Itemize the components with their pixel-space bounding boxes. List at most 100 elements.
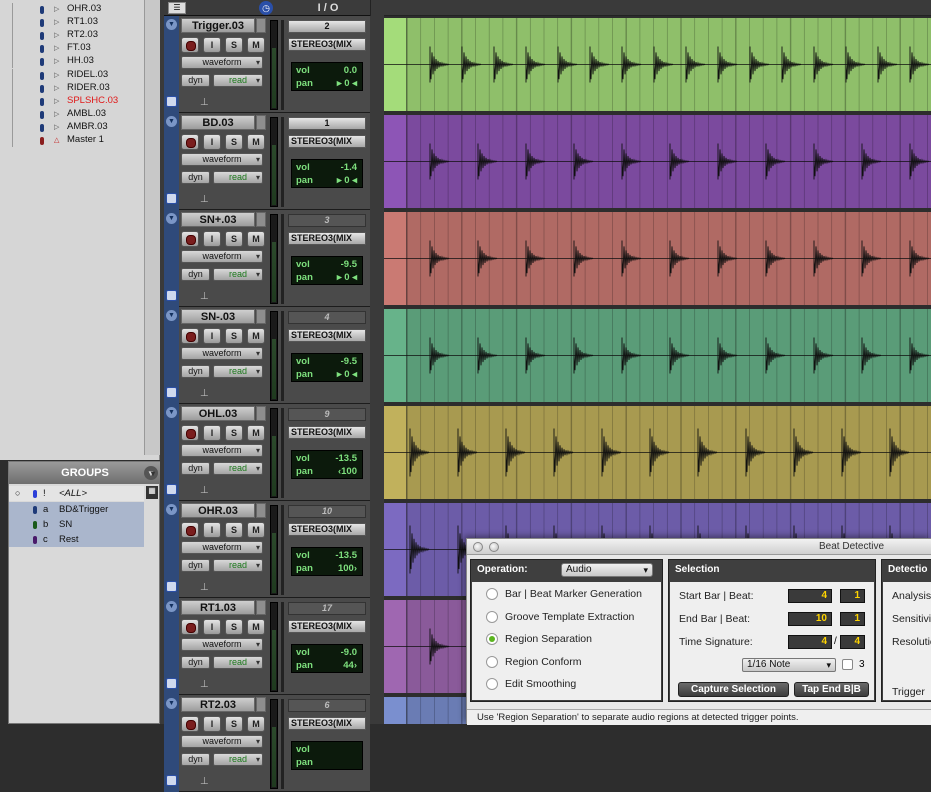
pan-value[interactable]: ▸ 0 ◂	[337, 369, 357, 380]
group-row[interactable]: b SN	[9, 517, 144, 532]
expand-icon[interactable]: ▷	[54, 31, 59, 39]
track-color-icon[interactable]	[166, 484, 177, 495]
record-enable-button[interactable]	[181, 328, 199, 344]
input-monitor-button[interactable]: I	[203, 134, 221, 150]
output-selector[interactable]: STEREO3(MIX	[288, 426, 366, 439]
track-name[interactable]: RT1.03	[181, 600, 255, 615]
record-enable-button[interactable]	[181, 37, 199, 53]
timebase-icon[interactable]: ⊥	[200, 679, 209, 690]
track-select-strip[interactable]: ▼	[164, 501, 179, 598]
dyn-button[interactable]: dyn	[181, 268, 210, 281]
track-name[interactable]: SN-.03	[181, 309, 255, 324]
expand-icon[interactable]: ▷	[54, 97, 59, 105]
track-list-item[interactable]: ▷ RIDEL.03	[0, 68, 160, 82]
volume-pan-display[interactable]: vol -13.5 pan 100›	[291, 547, 363, 576]
close-window-button[interactable]	[473, 542, 483, 552]
track-list-item[interactable]: ▷ AMBR.03	[0, 120, 160, 134]
track-list-item[interactable]: ▷ RT1.03	[0, 16, 160, 30]
track-name-dropdown[interactable]	[256, 212, 266, 227]
volume-pan-display[interactable]: vol 0.0 pan ▸ 0 ◂	[291, 62, 363, 91]
dyn-button[interactable]: dyn	[181, 753, 210, 766]
input-monitor-button[interactable]: I	[203, 231, 221, 247]
input-selector[interactable]: 4	[288, 311, 366, 324]
track-name-dropdown[interactable]	[256, 309, 266, 324]
dyn-button[interactable]: dyn	[181, 74, 210, 87]
mute-button[interactable]: M	[247, 716, 265, 732]
record-enable-button[interactable]	[181, 231, 199, 247]
track-color-icon[interactable]	[166, 581, 177, 592]
output-selector[interactable]: STEREO3(MIX	[288, 38, 366, 51]
input-selector[interactable]: 6	[288, 699, 366, 712]
timebase-icon[interactable]: ⊥	[200, 194, 209, 205]
track-color-icon[interactable]	[166, 290, 177, 301]
solo-button[interactable]: S	[225, 619, 243, 635]
track-playlist[interactable]	[370, 404, 931, 501]
minimize-window-button[interactable]	[489, 542, 499, 552]
track-playlist[interactable]	[370, 210, 931, 307]
start-beat-field[interactable]: 1	[840, 589, 865, 603]
track-select-strip[interactable]: ▼	[164, 404, 179, 501]
track-playlist[interactable]	[370, 113, 931, 210]
groups-menu-button[interactable]: ▼	[144, 466, 158, 481]
track-list-item[interactable]: ▷ RIDER.03	[0, 81, 160, 95]
track-name[interactable]: RT2.03	[181, 697, 255, 712]
timebase-icon[interactable]: ⊥	[200, 291, 209, 302]
master-icon[interactable]: △	[54, 136, 59, 144]
track-name-dropdown[interactable]	[256, 406, 266, 421]
track-list-item[interactable]: ▷ FT.03	[0, 42, 160, 56]
record-enable-button[interactable]	[181, 425, 199, 441]
operation-radio[interactable]	[486, 610, 498, 623]
time-signature-numerator[interactable]: 4	[788, 635, 832, 649]
volume-pan-display[interactable]: vol -9.5 pan ▸ 0 ◂	[291, 353, 363, 382]
automation-mode-dropdown[interactable]: read	[213, 268, 263, 281]
mute-button[interactable]: M	[247, 328, 265, 344]
track-select-strip[interactable]: ▼	[164, 695, 179, 792]
output-selector[interactable]: STEREO3(MIX	[288, 329, 366, 342]
input-selector[interactable]: 3	[288, 214, 366, 227]
track-name-dropdown[interactable]	[256, 115, 266, 130]
group-row[interactable]: c Rest	[9, 532, 144, 547]
track-view-dropdown[interactable]: waveform	[181, 638, 263, 651]
track-name[interactable]: Trigger.03	[181, 18, 255, 33]
track-select-strip[interactable]: ▼	[164, 210, 179, 307]
solo-button[interactable]: S	[225, 328, 243, 344]
input-selector[interactable]: 10	[288, 505, 366, 518]
output-selector[interactable]: STEREO3(MIX	[288, 523, 366, 536]
solo-button[interactable]: S	[225, 134, 243, 150]
dyn-button[interactable]: dyn	[181, 656, 210, 669]
time-signature-denominator[interactable]: 4	[840, 635, 865, 649]
automation-mode-dropdown[interactable]: read	[213, 462, 263, 475]
vol-value[interactable]: -1.4	[341, 162, 357, 173]
track-view-dropdown[interactable]: waveform	[181, 444, 263, 457]
input-monitor-button[interactable]: I	[203, 716, 221, 732]
group-new-icon[interactable]: ▦	[146, 486, 158, 499]
automation-mode-dropdown[interactable]: read	[213, 171, 263, 184]
input-monitor-button[interactable]: I	[203, 328, 221, 344]
track-name[interactable]: BD.03	[181, 115, 255, 130]
track-list-scrollbar[interactable]	[144, 0, 160, 455]
track-view-dropdown[interactable]: waveform	[181, 347, 263, 360]
track-list-item[interactable]: ▷ HH.03	[0, 55, 160, 69]
dyn-button[interactable]: dyn	[181, 171, 210, 184]
view-selector-icon[interactable]: ☰	[168, 2, 186, 14]
pan-value[interactable]: ▸ 0 ◂	[337, 78, 357, 89]
expand-icon[interactable]: ▷	[54, 84, 59, 92]
automation-mode-dropdown[interactable]: read	[213, 365, 263, 378]
clock-icon[interactable]: ◷	[259, 1, 273, 15]
track-color-icon[interactable]	[166, 96, 177, 107]
volume-pan-display[interactable]: vol -13.5 pan ‹100	[291, 450, 363, 479]
expand-icon[interactable]: ▷	[54, 5, 59, 13]
timebase-icon[interactable]: ⊥	[200, 776, 209, 787]
volume-pan-display[interactable]: vol -9.0 pan 44›	[291, 644, 363, 673]
expand-icon[interactable]: ▷	[54, 57, 59, 65]
track-select-strip[interactable]: ▼	[164, 16, 179, 113]
timebase-icon[interactable]: ⊥	[200, 388, 209, 399]
track-view-dropdown[interactable]: waveform	[181, 541, 263, 554]
solo-button[interactable]: S	[225, 425, 243, 441]
output-selector[interactable]: STEREO3(MIX	[288, 135, 366, 148]
automation-mode-dropdown[interactable]: read	[213, 753, 263, 766]
track-name-dropdown[interactable]	[256, 697, 266, 712]
operation-radio[interactable]	[486, 678, 498, 690]
timeline-ruler[interactable]	[384, 0, 931, 16]
operation-option-label[interactable]: Edit Smoothing	[505, 678, 576, 690]
